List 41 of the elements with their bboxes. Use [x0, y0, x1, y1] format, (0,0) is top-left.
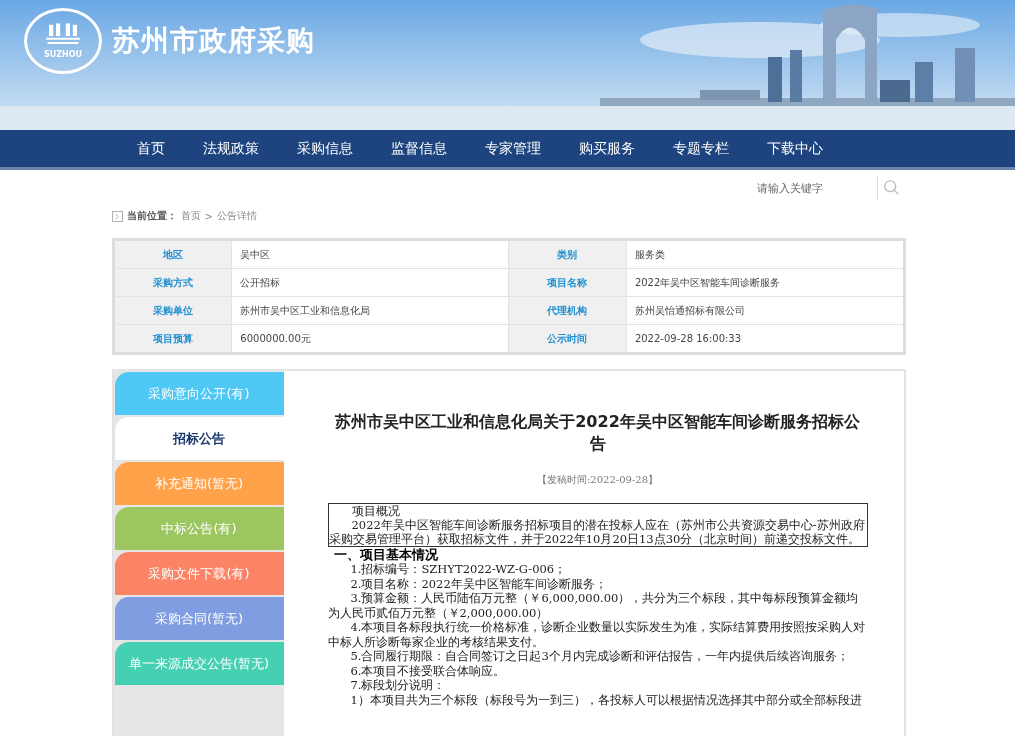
- field-label: 项目预算: [113, 324, 232, 354]
- field-label: 地区: [113, 239, 232, 269]
- list-item: 4.本项目各标段执行统一价格标准，诊断企业数量以实际发生为准，实际结算费用按照按采购人对中标人所诊断每家企业的考核结果支付。: [327, 620, 867, 649]
- nav-link[interactable]: 监督信息: [377, 130, 461, 167]
- nav-link[interactable]: 购买服务: [565, 130, 649, 167]
- nav-link[interactable]: 首页: [123, 130, 179, 167]
- logo-icon: SUZHOU: [24, 8, 102, 74]
- nav-link[interactable]: 专家管理: [471, 130, 555, 167]
- sidebar-tab[interactable]: 招标公告: [114, 417, 284, 460]
- list-item: 1）本项目共为三个标段（标段号为一到三），各投标人可以根据情况选择其中部分或全部标段进: [349, 692, 863, 707]
- field-value: 吴中区: [231, 239, 509, 269]
- breadcrumb-label: 当前位置：: [126, 209, 177, 223]
- summary-text: 2022年吴中区智能车间诊断服务招标项目的潜在投标人应在（苏州市公共资源交易中心-苏州政府采购交易管理平台）获取招标文件，并于2022年10月20日13点30分（北京时间）前递交投标文件。: [328, 518, 866, 546]
- field-label: 项目名称: [508, 268, 627, 297]
- site-title: 苏州市政府采购: [112, 23, 315, 59]
- list-item: 2.项目名称：2022年吴中区智能车间诊断服务；: [349, 576, 608, 591]
- search-field[interactable]: 请输入关键字: [756, 176, 878, 200]
- breadcrumb-link[interactable]: 首页: [180, 209, 201, 223]
- list-item: 5.合同履行期限：自合同签订之日起3个月内完成诊断和评估报告，一年内提供后续咨询服务；: [349, 649, 850, 664]
- list-item: 3.预算金额：人民币陆佰万元整（￥6,000,000.00），共分为三个标段，其中每标段预算金额均为人民币贰佰万元整（￥2,000,000.00）: [327, 591, 860, 620]
- arrow-box-icon: [111, 210, 123, 222]
- list-item: 7.标段划分说明：: [349, 678, 447, 693]
- field-value: 公开招标: [231, 268, 509, 297]
- nav-link[interactable]: 采购信息: [283, 130, 367, 167]
- field-value: 苏州市吴中区工业和信息化局: [231, 296, 509, 325]
- field-label: 采购单位: [113, 296, 232, 325]
- breadcrumb-separator: >: [204, 210, 213, 222]
- summary-heading: 项目概况: [350, 504, 401, 518]
- nav-link[interactable]: 下载中心: [753, 130, 837, 167]
- field-label: 代理机构: [508, 296, 627, 325]
- article-title: 苏州市吴中区工业和信息化局关于2022年吴中区智能车间诊断服务招标公告: [334, 411, 861, 455]
- field-label: 类别: [508, 239, 627, 269]
- list-item: 1.招标编号：SZHYT2022-WZ-G-006；: [349, 562, 568, 577]
- nav-link[interactable]: 法规政策: [189, 130, 273, 167]
- section-heading: 一、项目基本情况: [333, 547, 439, 562]
- breadcrumb-link[interactable]: 公告详情: [216, 209, 257, 223]
- field-label: 公示时间: [508, 324, 627, 354]
- field-label: 采购方式: [113, 268, 232, 297]
- list-item: 6.本项目不接受联合体响应。: [349, 663, 507, 678]
- publish-date: 【发稿时间:2022-09-28】: [536, 473, 659, 487]
- nav-link[interactable]: 专题专栏: [659, 130, 743, 167]
